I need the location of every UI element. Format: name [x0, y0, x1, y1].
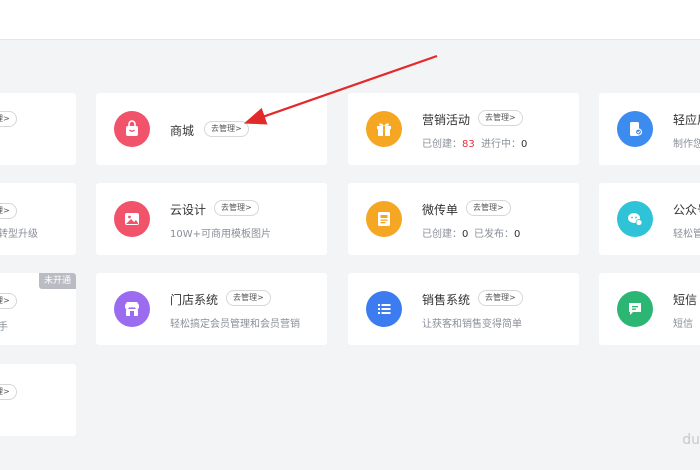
manage-button[interactable]: 管理>: [0, 293, 17, 309]
image-icon: [114, 201, 150, 237]
card-cloud-design[interactable]: 云设计 去管理> 10W+可商用模板图片: [96, 183, 327, 255]
card-desc: 让获客和销售变得简单: [422, 319, 522, 330]
manage-button[interactable]: 去管理>: [478, 110, 523, 126]
card-flyer[interactable]: 微传单 去管理> 已创建：0 已发布：0: [348, 183, 579, 255]
card-title: 公众号: [673, 203, 700, 217]
phone-icon: [617, 111, 653, 147]
card-title: 微传单: [422, 203, 459, 217]
card-left-3[interactable]: 未开通 管理> 助手: [0, 273, 76, 345]
card-desc: 轻松管: [673, 229, 700, 240]
created-count: 已创建：0: [422, 229, 469, 240]
card-store-system[interactable]: 门店系统 去管理> 轻松搞定会员管理和会员营销: [96, 273, 327, 345]
card-desc: 轻松搞定会员管理和会员营销: [170, 319, 300, 330]
manage-button[interactable]: 去管理>: [466, 200, 511, 216]
card-title: 商城: [170, 124, 195, 138]
manage-button[interactable]: 去管理>: [226, 290, 271, 306]
card-desc: 短信: [673, 319, 693, 330]
manage-button[interactable]: 管理>: [0, 203, 17, 219]
card-left-4[interactable]: 管理> 吕: [0, 364, 76, 436]
card-title: 短信: [673, 293, 698, 307]
wechat-icon: [617, 201, 653, 237]
card-title: 云设计: [170, 203, 207, 217]
card-marketing[interactable]: 营销活动 去管理> 已创建：83 进行中：0: [348, 93, 579, 165]
card-left-1[interactable]: 管理> 单: [0, 93, 76, 165]
manage-button[interactable]: 管理>: [0, 384, 17, 400]
card-sales-system[interactable]: 销售系统 去管理> 让获客和销售变得简单: [348, 273, 579, 345]
card-desc: 化转型升级: [0, 229, 38, 240]
manage-button[interactable]: 去管理>: [214, 200, 259, 216]
card-desc: 制作您: [673, 139, 700, 150]
chat-icon: [617, 291, 653, 327]
shopping-bag-icon: [114, 111, 150, 147]
card-shop[interactable]: 商城 去管理>: [96, 93, 327, 165]
card-desc: 10W+可商用模板图片: [170, 229, 271, 240]
card-left-2[interactable]: 管理> 化转型升级: [0, 183, 76, 255]
watermark: du: [682, 432, 700, 448]
card-desc: 助手: [0, 322, 8, 333]
manage-button[interactable]: 去管理>: [204, 121, 249, 137]
card-light-app[interactable]: 轻应用 制作您: [599, 93, 700, 165]
card-sms[interactable]: 短信 短信: [599, 273, 700, 345]
published-count: 已发布：0: [474, 229, 521, 240]
manage-button[interactable]: 去管理>: [478, 290, 523, 306]
card-title: 销售系统: [422, 293, 471, 307]
manage-button[interactable]: 管理>: [0, 111, 17, 127]
top-bar: [0, 0, 700, 40]
list-icon: [366, 291, 402, 327]
card-title: 轻应用: [673, 113, 700, 127]
card-title: 营销活动: [422, 113, 471, 127]
status-badge: 未开通: [38, 273, 76, 289]
card-title: 门店系统: [170, 293, 219, 307]
created-count: 已创建：83: [422, 139, 475, 150]
gift-icon: [366, 111, 402, 147]
card-official-account[interactable]: 公众号 轻松管: [599, 183, 700, 255]
document-icon: [366, 201, 402, 237]
running-count: 进行中：0: [481, 139, 528, 150]
storefront-icon: [114, 291, 150, 327]
